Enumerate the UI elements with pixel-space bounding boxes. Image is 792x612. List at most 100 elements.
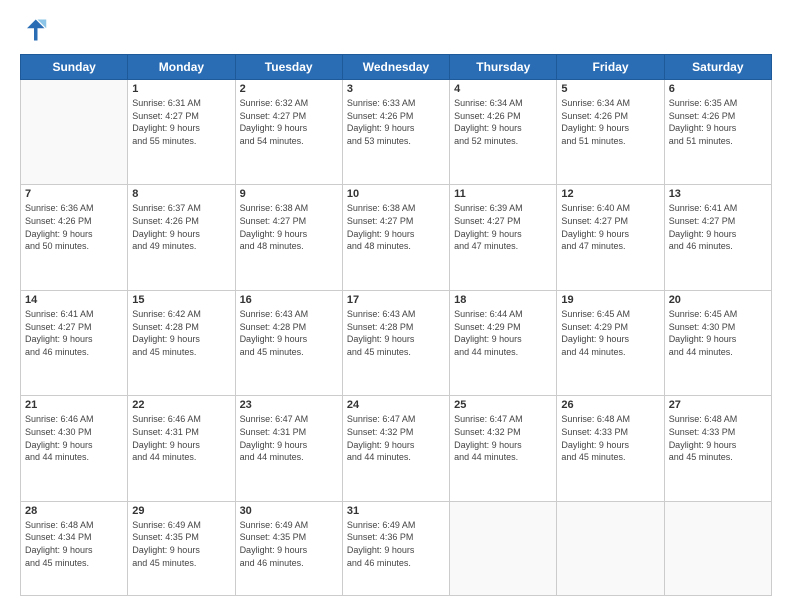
day-cell: 16 Sunrise: 6:43 AM Sunset: 4:28 PM Dayli… bbox=[235, 290, 342, 395]
day-info: Sunrise: 6:48 AM Sunset: 4:33 PM Dayligh… bbox=[561, 413, 659, 463]
calendar-table: SundayMondayTuesdayWednesdayThursdayFrid… bbox=[20, 54, 772, 596]
day-info: Sunrise: 6:38 AM Sunset: 4:27 PM Dayligh… bbox=[240, 202, 338, 252]
day-number: 11 bbox=[454, 188, 552, 200]
day-cell: 12 Sunrise: 6:40 AM Sunset: 4:27 PM Dayli… bbox=[557, 185, 664, 290]
day-info: Sunrise: 6:42 AM Sunset: 4:28 PM Dayligh… bbox=[132, 308, 230, 358]
day-info: Sunrise: 6:49 AM Sunset: 4:35 PM Dayligh… bbox=[240, 519, 338, 569]
day-cell: 10Sunrise: 6:38 AM Sunset: 4:27 PM Dayli… bbox=[342, 185, 449, 290]
day-info: Sunrise: 6:35 AM Sunset: 4:26 PM Dayligh… bbox=[669, 97, 767, 147]
day-info: Sunrise: 6:31 AM Sunset: 4:27 PM Dayligh… bbox=[132, 97, 230, 147]
day-info: Sunrise: 6:46 AM Sunset: 4:31 PM Dayligh… bbox=[132, 413, 230, 463]
day-cell: 29 Sunrise: 6:49 AM Sunset: 4:35 PM Dayli… bbox=[128, 501, 235, 595]
day-info: Sunrise: 6:46 AM Sunset: 4:30 PM Dayligh… bbox=[25, 413, 123, 463]
day-cell: 5Sunrise: 6:34 AM Sunset: 4:26 PM Daylig… bbox=[557, 80, 664, 185]
day-cell: 4Sunrise: 6:34 AM Sunset: 4:26 PM Daylig… bbox=[450, 80, 557, 185]
day-info: Sunrise: 6:36 AM Sunset: 4:26 PM Dayligh… bbox=[25, 202, 123, 252]
day-info: Sunrise: 6:37 AM Sunset: 4:26 PM Dayligh… bbox=[132, 202, 230, 252]
page: SundayMondayTuesdayWednesdayThursdayFrid… bbox=[0, 0, 792, 612]
day-info: Sunrise: 6:45 AM Sunset: 4:30 PM Dayligh… bbox=[669, 308, 767, 358]
weekday-header-wednesday: Wednesday bbox=[342, 55, 449, 80]
day-number: 14 bbox=[25, 294, 123, 306]
week-row-1: 1 Sunrise: 6:31 AM Sunset: 4:27 PM Daylig… bbox=[21, 80, 772, 185]
day-cell: 2 Sunrise: 6:32 AM Sunset: 4:27 PM Daylig… bbox=[235, 80, 342, 185]
header bbox=[20, 16, 772, 44]
day-info: Sunrise: 6:41 AM Sunset: 4:27 PM Dayligh… bbox=[25, 308, 123, 358]
day-info: Sunrise: 6:48 AM Sunset: 4:33 PM Dayligh… bbox=[669, 413, 767, 463]
day-number: 8 bbox=[132, 188, 230, 200]
day-cell: 25 Sunrise: 6:47 AM Sunset: 4:32 PM Dayli… bbox=[450, 396, 557, 501]
day-number: 6 bbox=[669, 83, 767, 95]
logo bbox=[20, 16, 52, 44]
day-info: Sunrise: 6:40 AM Sunset: 4:27 PM Dayligh… bbox=[561, 202, 659, 252]
day-cell: 20Sunrise: 6:45 AM Sunset: 4:30 PM Dayli… bbox=[664, 290, 771, 395]
day-cell: 11 Sunrise: 6:39 AM Sunset: 4:27 PM Dayli… bbox=[450, 185, 557, 290]
logo-icon bbox=[20, 16, 48, 44]
day-number: 29 bbox=[132, 505, 230, 517]
day-info: Sunrise: 6:43 AM Sunset: 4:28 PM Dayligh… bbox=[347, 308, 445, 358]
day-number: 12 bbox=[561, 188, 659, 200]
day-info: Sunrise: 6:39 AM Sunset: 4:27 PM Dayligh… bbox=[454, 202, 552, 252]
day-info: Sunrise: 6:43 AM Sunset: 4:28 PM Dayligh… bbox=[240, 308, 338, 358]
day-cell: 14 Sunrise: 6:41 AM Sunset: 4:27 PM Dayli… bbox=[21, 290, 128, 395]
day-info: Sunrise: 6:48 AM Sunset: 4:34 PM Dayligh… bbox=[25, 519, 123, 569]
day-info: Sunrise: 6:47 AM Sunset: 4:31 PM Dayligh… bbox=[240, 413, 338, 463]
day-number: 16 bbox=[240, 294, 338, 306]
day-number: 28 bbox=[25, 505, 123, 517]
day-cell: 27 Sunrise: 6:48 AM Sunset: 4:33 PM Dayli… bbox=[664, 396, 771, 501]
day-cell: 17 Sunrise: 6:43 AM Sunset: 4:28 PM Dayli… bbox=[342, 290, 449, 395]
day-cell: 22 Sunrise: 6:46 AM Sunset: 4:31 PM Dayli… bbox=[128, 396, 235, 501]
day-cell bbox=[557, 501, 664, 595]
day-cell: 21Sunrise: 6:46 AM Sunset: 4:30 PM Dayli… bbox=[21, 396, 128, 501]
day-number: 24 bbox=[347, 399, 445, 411]
day-number: 1 bbox=[132, 83, 230, 95]
day-cell: 3Sunrise: 6:33 AM Sunset: 4:26 PM Daylig… bbox=[342, 80, 449, 185]
day-info: Sunrise: 6:45 AM Sunset: 4:29 PM Dayligh… bbox=[561, 308, 659, 358]
day-number: 27 bbox=[669, 399, 767, 411]
week-row-3: 14 Sunrise: 6:41 AM Sunset: 4:27 PM Dayli… bbox=[21, 290, 772, 395]
weekday-header-saturday: Saturday bbox=[664, 55, 771, 80]
day-number: 13 bbox=[669, 188, 767, 200]
day-cell: 30Sunrise: 6:49 AM Sunset: 4:35 PM Dayli… bbox=[235, 501, 342, 595]
weekday-header-monday: Monday bbox=[128, 55, 235, 80]
day-cell: 13Sunrise: 6:41 AM Sunset: 4:27 PM Dayli… bbox=[664, 185, 771, 290]
day-number: 9 bbox=[240, 188, 338, 200]
day-info: Sunrise: 6:49 AM Sunset: 4:35 PM Dayligh… bbox=[132, 519, 230, 569]
day-number: 2 bbox=[240, 83, 338, 95]
day-number: 23 bbox=[240, 399, 338, 411]
day-cell: 26 Sunrise: 6:48 AM Sunset: 4:33 PM Dayli… bbox=[557, 396, 664, 501]
weekday-header-tuesday: Tuesday bbox=[235, 55, 342, 80]
day-number: 22 bbox=[132, 399, 230, 411]
week-row-2: 7Sunrise: 6:36 AM Sunset: 4:26 PM Daylig… bbox=[21, 185, 772, 290]
day-cell bbox=[21, 80, 128, 185]
day-info: Sunrise: 6:49 AM Sunset: 4:36 PM Dayligh… bbox=[347, 519, 445, 569]
day-number: 17 bbox=[347, 294, 445, 306]
day-number: 4 bbox=[454, 83, 552, 95]
day-cell: 8 Sunrise: 6:37 AM Sunset: 4:26 PM Daylig… bbox=[128, 185, 235, 290]
day-info: Sunrise: 6:44 AM Sunset: 4:29 PM Dayligh… bbox=[454, 308, 552, 358]
day-cell: 19 Sunrise: 6:45 AM Sunset: 4:29 PM Dayli… bbox=[557, 290, 664, 395]
week-row-5: 28 Sunrise: 6:48 AM Sunset: 4:34 PM Dayli… bbox=[21, 501, 772, 595]
day-cell: 9 Sunrise: 6:38 AM Sunset: 4:27 PM Daylig… bbox=[235, 185, 342, 290]
weekday-header-row: SundayMondayTuesdayWednesdayThursdayFrid… bbox=[21, 55, 772, 80]
day-number: 3 bbox=[347, 83, 445, 95]
day-cell: 18Sunrise: 6:44 AM Sunset: 4:29 PM Dayli… bbox=[450, 290, 557, 395]
weekday-header-thursday: Thursday bbox=[450, 55, 557, 80]
day-cell: 6 Sunrise: 6:35 AM Sunset: 4:26 PM Daylig… bbox=[664, 80, 771, 185]
week-row-4: 21Sunrise: 6:46 AM Sunset: 4:30 PM Dayli… bbox=[21, 396, 772, 501]
day-cell: 23 Sunrise: 6:47 AM Sunset: 4:31 PM Dayli… bbox=[235, 396, 342, 501]
weekday-header-friday: Friday bbox=[557, 55, 664, 80]
day-cell: 7Sunrise: 6:36 AM Sunset: 4:26 PM Daylig… bbox=[21, 185, 128, 290]
weekday-header-sunday: Sunday bbox=[21, 55, 128, 80]
day-number: 26 bbox=[561, 399, 659, 411]
day-cell bbox=[664, 501, 771, 595]
day-number: 19 bbox=[561, 294, 659, 306]
day-number: 10 bbox=[347, 188, 445, 200]
day-info: Sunrise: 6:47 AM Sunset: 4:32 PM Dayligh… bbox=[454, 413, 552, 463]
day-number: 5 bbox=[561, 83, 659, 95]
day-cell: 31 Sunrise: 6:49 AM Sunset: 4:36 PM Dayli… bbox=[342, 501, 449, 595]
day-number: 15 bbox=[132, 294, 230, 306]
day-number: 25 bbox=[454, 399, 552, 411]
day-info: Sunrise: 6:32 AM Sunset: 4:27 PM Dayligh… bbox=[240, 97, 338, 147]
day-number: 31 bbox=[347, 505, 445, 517]
day-cell: 24Sunrise: 6:47 AM Sunset: 4:32 PM Dayli… bbox=[342, 396, 449, 501]
